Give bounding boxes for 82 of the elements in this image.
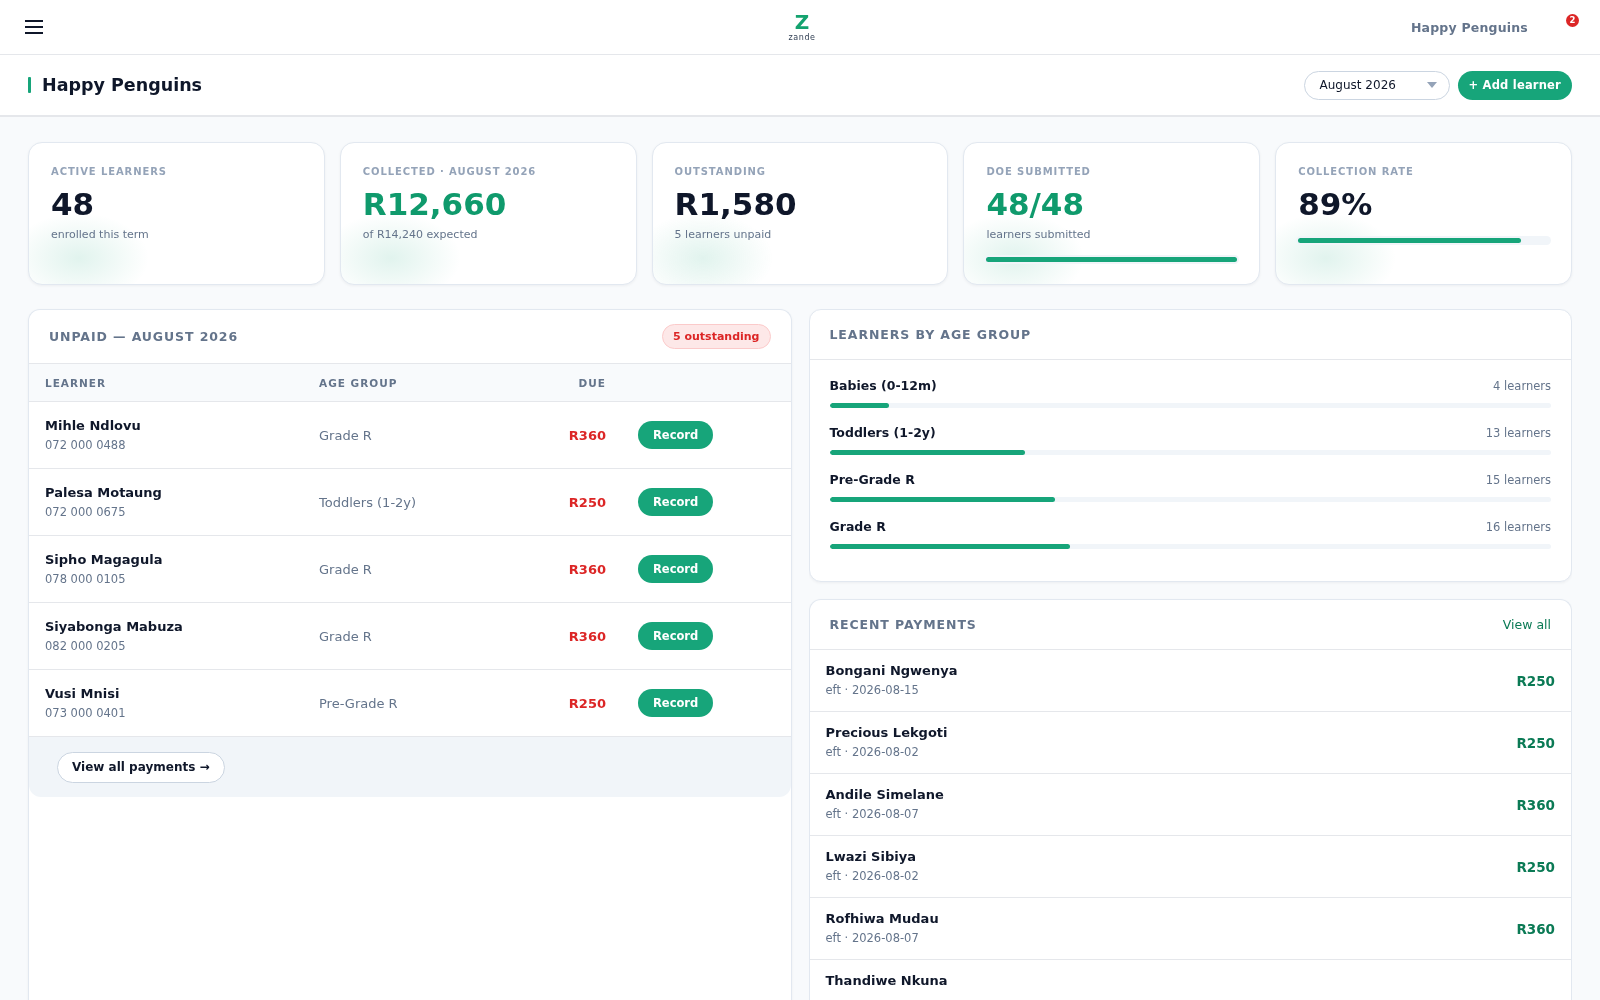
payment-meta: eft · 2026-08-02: [825, 745, 919, 760]
learner-count: 15 learners: [1485, 472, 1551, 488]
record-button[interactable]: Record: [638, 421, 714, 449]
panel-title: LEARNERS BY AGE GROUP: [829, 327, 1032, 342]
month-select[interactable]: August 2026: [1303, 70, 1450, 100]
age-group-cell: Pre-Grade R: [319, 695, 398, 711]
stat-note: enrolled this term: [51, 227, 149, 242]
panel-title: UNPAID — AUGUST 2026: [49, 329, 239, 344]
age-group-cell: Grade R: [319, 427, 372, 443]
record-button[interactable]: Record: [638, 488, 714, 516]
payment-meta: eft · 2026-08-15: [825, 683, 919, 698]
caret-down-icon: [1426, 82, 1437, 88]
payment-amount: R360: [1516, 796, 1555, 813]
learner-name: Palesa Motaung: [45, 484, 162, 501]
learner-count: 16 learners: [1485, 519, 1551, 535]
column-header: AGE GROUP: [319, 376, 398, 389]
learner-phone: 072 000 0675: [45, 504, 126, 520]
due-amount: R360: [568, 427, 606, 443]
stat-label: OUTSTANDING: [674, 165, 766, 179]
due-amount: R360: [568, 628, 606, 644]
payer-name: Bongani Ngwenya: [825, 663, 958, 679]
payment-amount: R250: [1516, 858, 1555, 875]
payment-meta: eft · 2026-08-02: [825, 869, 919, 884]
stat-label: COLLECTION RATE: [1298, 165, 1414, 179]
view-all-payments-button[interactable]: View all payments →: [57, 751, 225, 783]
menu-icon[interactable]: [25, 20, 43, 34]
age-group-label: Babies (0-12m): [829, 378, 937, 394]
title-marker-icon: [28, 77, 31, 93]
payer-name: Lwazi Sibiya: [825, 849, 916, 865]
stat-note: learners submitted: [986, 227, 1091, 242]
learner-name: Mihle Ndlovu: [45, 417, 141, 434]
column-header: DUE: [578, 376, 606, 389]
learner-name: Vusi Mnisi: [45, 685, 120, 702]
stat-note: of R14,240 expected: [362, 227, 478, 242]
due-amount: R250: [568, 494, 606, 510]
payer-name: Thandiwe Nkuna: [825, 973, 948, 989]
age-group-label: Pre-Grade R: [829, 472, 915, 488]
learner-count: 4 learners: [1493, 378, 1551, 394]
payment-meta: eft · 2026-08-07: [825, 807, 919, 822]
record-button[interactable]: Record: [638, 689, 714, 717]
payment-amount: R250: [1516, 672, 1555, 689]
learner-count: 13 learners: [1485, 425, 1551, 441]
learner-phone: 073 000 0401: [45, 705, 126, 721]
payer-name: Rofhiwa Mudau: [825, 911, 939, 927]
payment-amount: R250: [1516, 734, 1555, 751]
stat-label: DOE SUBMITTED: [986, 165, 1091, 179]
learner-name: Sipho Magagula: [45, 551, 163, 568]
logo-wordmark: zande: [788, 32, 816, 42]
payer-name: Precious Lekgoti: [825, 725, 948, 741]
stat-value: 89%: [1298, 186, 1373, 222]
stat-label: COLLECTED · AUGUST 2026: [362, 165, 537, 179]
due-amount: R250: [568, 695, 606, 711]
record-button[interactable]: Record: [638, 555, 714, 583]
add-learner-button[interactable]: + Add learner: [1457, 70, 1572, 100]
age-group-label: Toddlers (1-2y): [829, 425, 936, 441]
learner-phone: 078 000 0105: [45, 571, 126, 587]
age-group-cell: Toddlers (1-2y): [319, 494, 417, 510]
school-name: Happy Penguins: [1410, 19, 1528, 35]
stat-value: 48: [51, 186, 95, 222]
column-header: LEARNER: [45, 376, 107, 389]
age-group-label: Grade R: [829, 519, 886, 535]
learner-phone: 082 000 0205: [45, 638, 126, 654]
view-all-link[interactable]: View all: [1502, 617, 1551, 632]
stat-label: ACTIVE LEARNERS: [51, 165, 167, 179]
payment-meta: eft · 2026-08-07: [825, 931, 919, 946]
stat-note: 5 learners unpaid: [674, 227, 772, 242]
payer-name: Andile Simelane: [825, 787, 944, 803]
notification-badge[interactable]: 2: [1566, 13, 1579, 27]
payment-amount: R360: [1516, 920, 1555, 937]
stat-value: R12,660: [362, 186, 507, 222]
logo-mark: Z: [794, 12, 810, 32]
learner-name: Siyabonga Mabuza: [45, 618, 183, 635]
learner-phone: 072 000 0488: [45, 437, 126, 453]
panel-title: RECENT PAYMENTS: [829, 617, 977, 632]
page-title: Happy Penguins: [42, 75, 203, 95]
stat-value: 48/48: [986, 186, 1084, 222]
age-group-cell: Grade R: [319, 628, 372, 644]
outstanding-badge: 5 outstanding: [661, 324, 771, 349]
stat-value: R1,580: [674, 186, 797, 222]
record-button[interactable]: Record: [638, 622, 714, 650]
age-group-cell: Grade R: [319, 561, 372, 577]
due-amount: R360: [568, 561, 606, 577]
